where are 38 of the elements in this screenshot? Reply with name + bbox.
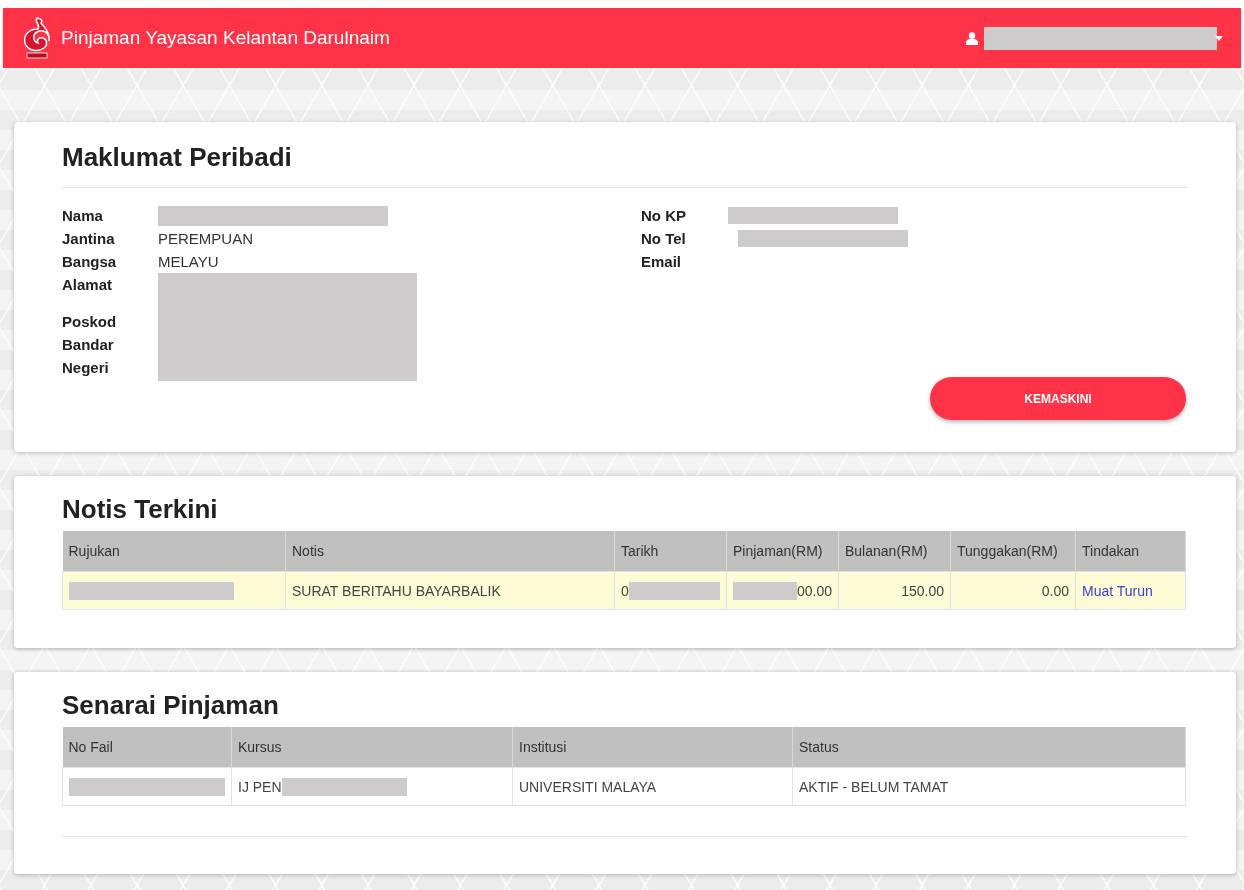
table-cell: 0.00 xyxy=(1041,582,1069,599)
table-cell: 00.00 xyxy=(796,582,832,599)
table-cell: SURAT BERITAHU BAYARBALIK xyxy=(292,582,501,599)
column-header: Tarikh xyxy=(614,531,727,572)
table-cell: 0 xyxy=(621,582,629,599)
field-label: Negeri xyxy=(62,358,109,378)
field-label: Email xyxy=(641,252,682,272)
app-title: Pinjaman Yayasan Kelantan Darulnaim xyxy=(61,27,390,49)
table-cell: IJ PEN xyxy=(238,778,282,795)
column-header: Tindakan xyxy=(1075,531,1186,572)
field-label: Bandar xyxy=(62,335,114,355)
section-title: Maklumat Peribadi xyxy=(62,142,293,173)
field-label: Nama xyxy=(62,206,103,226)
column-header: Notis xyxy=(285,531,615,572)
field-label: Bangsa xyxy=(62,252,117,272)
field-value: PEREMPUAN xyxy=(158,229,254,249)
column-header: Institusi xyxy=(512,727,793,768)
column-header: Status xyxy=(792,727,1186,768)
caret-icon[interactable] xyxy=(1215,35,1223,41)
column-header: Rujukan xyxy=(62,531,286,572)
column-header: Pinjaman(RM) xyxy=(726,531,839,572)
field-label: No Tel xyxy=(641,229,686,249)
field-label: Poskod xyxy=(62,312,117,332)
update-button[interactable]: KEMASKINI xyxy=(930,377,1186,420)
field-label: Alamat xyxy=(62,275,113,295)
table-cell: AKTIF - BELUM TAMAT xyxy=(799,778,949,795)
field-value: MELAYU xyxy=(158,252,219,272)
field-label: Jantina xyxy=(62,229,115,249)
section-title: Senarai Pinjaman xyxy=(62,690,280,721)
user-icon xyxy=(966,31,978,45)
table-cell: 150.00 xyxy=(901,582,944,599)
column-header: No Fail xyxy=(62,727,232,768)
table-cell: UNIVERSITI MALAYA xyxy=(519,778,657,795)
section-title: Notis Terkini xyxy=(62,494,219,525)
column-header: Bulanan(RM) xyxy=(838,531,951,572)
column-header: Kursus xyxy=(231,727,513,768)
column-header: Tunggakan(RM) xyxy=(950,531,1076,572)
field-label: No KP xyxy=(641,206,686,226)
